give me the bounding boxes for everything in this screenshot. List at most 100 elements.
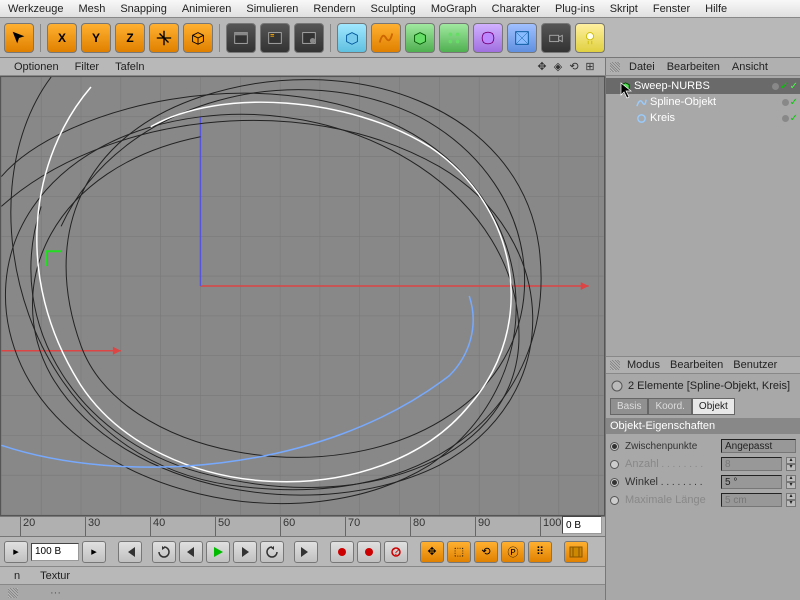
cube-object-icon[interactable]: [337, 23, 367, 53]
menu-simulieren[interactable]: Simulieren: [240, 2, 304, 16]
play-button[interactable]: [206, 541, 230, 563]
menu-mograph[interactable]: MoGraph: [425, 2, 483, 16]
om-menu-bearbeiten[interactable]: Bearbeiten: [662, 60, 725, 74]
submenu-filter[interactable]: Filter: [69, 60, 105, 74]
deformer-icon[interactable]: [473, 23, 503, 53]
vp-rotate-icon[interactable]: ⟲: [567, 60, 581, 74]
menu-werkzeuge[interactable]: Werkzeuge: [2, 2, 69, 16]
object-manager-menu: Datei Bearbeiten Ansicht: [605, 58, 800, 76]
array-icon[interactable]: [439, 23, 469, 53]
loop-forward-button[interactable]: [260, 541, 284, 563]
tab-koord[interactable]: Koord.: [648, 398, 691, 415]
loop-button[interactable]: [152, 541, 176, 563]
om-menu-ansicht[interactable]: Ansicht: [727, 60, 773, 74]
end-frame-field[interactable]: [562, 516, 602, 534]
attribute-manager-body: 2 Elemente [Spline-Objekt, Kreis] Basis …: [606, 374, 800, 600]
record-button[interactable]: [330, 541, 354, 563]
vp-maximize-icon[interactable]: ⊞: [583, 60, 597, 74]
cube-primitive-icon[interactable]: [183, 23, 213, 53]
menu-animieren[interactable]: Animieren: [176, 2, 238, 16]
tree-row-sweep-nurbs[interactable]: Sweep-NURBS ✓✓: [606, 78, 800, 94]
menu-sculpting[interactable]: Sculpting: [365, 2, 422, 16]
goto-start-button[interactable]: [118, 541, 142, 563]
selected-spline: [37, 87, 511, 482]
axis-y-button[interactable]: Y: [81, 23, 111, 53]
spline-tool-icon[interactable]: [371, 23, 401, 53]
prop-label: Zwischenpunkte: [625, 441, 717, 452]
3d-viewport[interactable]: [0, 76, 605, 516]
menu-plugins[interactable]: Plug-ins: [549, 2, 601, 16]
render-view-icon[interactable]: [226, 23, 256, 53]
nurbs-icon[interactable]: [405, 23, 435, 53]
prop-winkel: Winkel . . . . . . . . 5 ° ▴▾: [610, 473, 796, 491]
menu-skript[interactable]: Skript: [604, 2, 644, 16]
keyframe-options-button[interactable]: ?: [384, 541, 408, 563]
animation-layout-button[interactable]: [564, 541, 588, 563]
radio-icon[interactable]: [610, 442, 619, 451]
tree-row-spline-objekt[interactable]: Spline-Objekt ✓: [606, 94, 800, 110]
main-toolbar: X Y Z: [0, 18, 800, 58]
render-region-icon[interactable]: [260, 23, 290, 53]
circle-icon: [636, 113, 647, 124]
tab-basis[interactable]: Basis: [610, 398, 648, 415]
timeline-ruler[interactable]: 20 30 40 50 60 70 80 90 100: [0, 516, 605, 536]
menu-charakter[interactable]: Charakter: [486, 2, 546, 16]
bottom-tab-n[interactable]: n: [8, 569, 26, 583]
goto-end-button[interactable]: [294, 541, 318, 563]
material-placeholder: ···: [50, 587, 61, 599]
submenu-tafeln[interactable]: Tafeln: [109, 60, 150, 74]
spinner-icon[interactable]: ▴▾: [786, 475, 796, 489]
tree-label: Kreis: [650, 112, 675, 124]
attr-section-header: Objekt-Eigenschaften: [606, 418, 800, 434]
attr-menu-modus[interactable]: Modus: [622, 358, 665, 372]
camera-icon[interactable]: [541, 23, 571, 53]
prop-label: Winkel . . . . . . . .: [625, 476, 717, 488]
vp-move-icon[interactable]: ✥: [535, 60, 549, 74]
submenu-optionen[interactable]: Optionen: [8, 60, 65, 74]
zwischenpunkte-dropdown[interactable]: Angepasst: [721, 439, 796, 453]
grip-icon[interactable]: [8, 588, 18, 598]
current-frame-field[interactable]: [31, 543, 79, 561]
attr-menu-benutzer[interactable]: Benutzer: [728, 358, 782, 372]
axis-z-button[interactable]: Z: [115, 23, 145, 53]
key-pla-button[interactable]: ⠿: [528, 541, 552, 563]
winkel-field[interactable]: 5 °: [721, 475, 782, 489]
bottom-tab-bar: n Textur: [0, 566, 605, 584]
coord-system-icon[interactable]: [149, 23, 179, 53]
prop-anzahl: Anzahl . . . . . . . . 8 ▴▾: [610, 455, 796, 473]
axis-x-button[interactable]: X: [47, 23, 77, 53]
render-settings-icon[interactable]: [294, 23, 324, 53]
grip-icon[interactable]: [610, 62, 620, 72]
menu-mesh[interactable]: Mesh: [72, 2, 111, 16]
tree-label: Spline-Objekt: [650, 96, 716, 108]
grip-icon[interactable]: [610, 360, 620, 370]
key-pos-button[interactable]: ✥: [420, 541, 444, 563]
live-select-tool-icon[interactable]: [4, 23, 34, 53]
menu-rendern[interactable]: Rendern: [307, 2, 361, 16]
goto-start-spinner[interactable]: ▸: [4, 541, 28, 563]
environment-icon[interactable]: [507, 23, 537, 53]
key-param-button[interactable]: Ⓟ: [501, 541, 525, 563]
menu-hilfe[interactable]: Hilfe: [699, 2, 733, 16]
key-rot-button[interactable]: ⟲: [474, 541, 498, 563]
bottom-tab-textur[interactable]: Textur: [34, 569, 76, 583]
frame-spinner[interactable]: ▸: [82, 541, 106, 563]
light-icon[interactable]: [575, 23, 605, 53]
key-scale-button[interactable]: ⬚: [447, 541, 471, 563]
prop-zwischenpunkte: Zwischenpunkte Angepasst: [610, 437, 796, 455]
autokey-button[interactable]: [357, 541, 381, 563]
spline-icon: [636, 97, 647, 108]
tick: 80: [410, 517, 425, 536]
om-menu-datei[interactable]: Datei: [624, 60, 660, 74]
tab-objekt[interactable]: Objekt: [692, 398, 735, 415]
menu-fenster[interactable]: Fenster: [647, 2, 696, 16]
menu-snapping[interactable]: Snapping: [114, 2, 173, 16]
tree-row-kreis[interactable]: Kreis ✓: [606, 110, 800, 126]
next-frame-button[interactable]: [233, 541, 257, 563]
attr-menu-bearbeiten[interactable]: Bearbeiten: [665, 358, 728, 372]
prop-label: Anzahl . . . . . . . .: [625, 458, 717, 470]
radio-icon[interactable]: [610, 478, 619, 487]
vp-zoom-icon[interactable]: ◈: [551, 60, 565, 74]
object-manager-tree[interactable]: Sweep-NURBS ✓✓ Spline-Objekt ✓ Kreis ✓: [606, 76, 800, 356]
prev-frame-button[interactable]: [179, 541, 203, 563]
